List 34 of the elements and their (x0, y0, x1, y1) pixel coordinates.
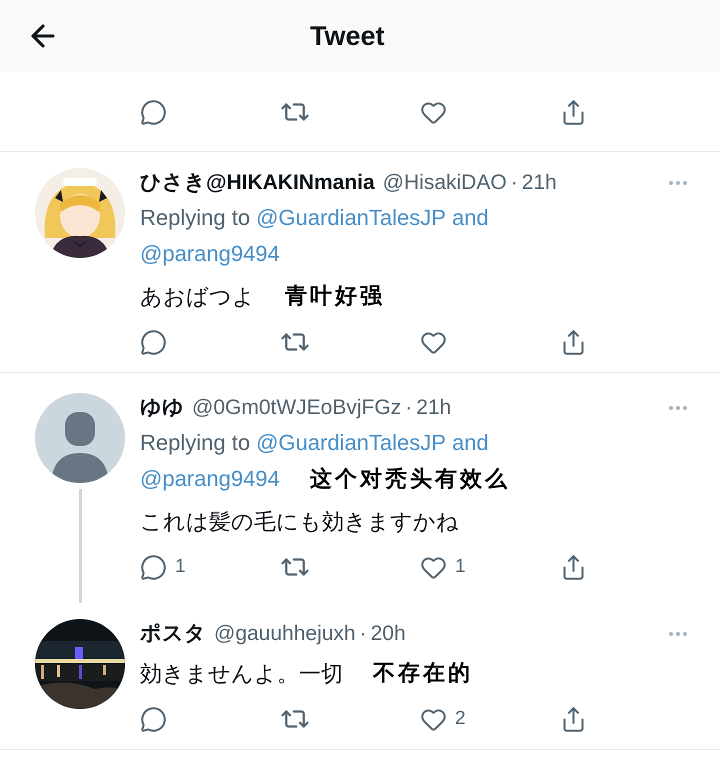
replying-joiner: and (452, 429, 489, 457)
timestamp[interactable]: 20h (370, 618, 406, 650)
mention-link[interactable]: @parang9494 (140, 461, 280, 497)
separator-dot: · (405, 395, 412, 422)
mention-link[interactable]: @GuardianTalesJP (256, 425, 446, 461)
user-name[interactable]: ひさき@HIKAKINmania (140, 167, 375, 199)
user-name[interactable]: ポスタ (140, 618, 206, 650)
user-handle[interactable]: @HisakiDAO (382, 167, 507, 199)
mention-link[interactable]: @parang9494 (140, 236, 280, 272)
annotation-text: 这个对秃头有效么 (310, 465, 510, 494)
tweet-text: これは髪の毛にも効きますかね (140, 508, 459, 536)
annotation-text: 不存在的 (373, 658, 473, 688)
reply-icon[interactable] (140, 328, 167, 356)
user-handle[interactable]: @gauuhhejuxh (214, 618, 356, 650)
timestamp[interactable]: 21h (416, 392, 452, 424)
reply-icon[interactable] (140, 554, 167, 580)
separator-dot: · (510, 170, 518, 196)
like-count: 2 (455, 706, 466, 731)
like-count: 1 (455, 554, 466, 579)
tweet-text: あおばつよ (140, 282, 255, 310)
tweet-text: 効きませんよ。一切 (140, 660, 343, 688)
reply-count: 1 (175, 554, 186, 579)
user-name[interactable]: ゆゆ (140, 392, 184, 424)
reply-icon[interactable] (140, 98, 167, 126)
replying-joiner: and (452, 204, 489, 232)
annotation-text: 青叶好强 (285, 282, 385, 310)
replying-label: Replying to (140, 204, 250, 232)
header-title: Tweet (310, 20, 385, 53)
separator-dot: · (360, 621, 367, 648)
timestamp[interactable]: 21h (522, 167, 557, 199)
mention-link[interactable]: @GuardianTalesJP (256, 200, 446, 236)
user-handle[interactable]: @0Gm0tWJEoBvjFGz (192, 392, 402, 424)
reply-icon[interactable] (140, 706, 167, 732)
replying-label: Replying to (140, 429, 250, 457)
